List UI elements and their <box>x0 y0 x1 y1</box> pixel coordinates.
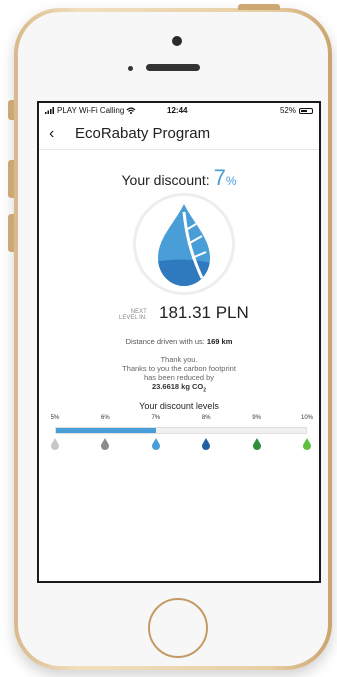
discount-value: 7 <box>213 165 226 190</box>
discount-display: Your discount: 7% <box>39 165 319 191</box>
level-drop-icon <box>51 438 59 450</box>
carbon-value: 23.6618 kg CO2 <box>39 382 319 396</box>
earpiece-speaker <box>146 64 200 71</box>
discount-unit: % <box>225 174 237 188</box>
distance-label: Distance driven with us: <box>125 337 205 346</box>
carrier-info: PLAY Wi-Fi Calling <box>45 106 136 115</box>
next-level-caption: NEXT LEVEL IN: <box>119 309 147 321</box>
level-label: 6% <box>101 415 110 421</box>
next-level-amount: 181.31 PLN <box>159 303 249 322</box>
page-title: EcoRabaty Program <box>75 125 211 142</box>
power-button <box>238 4 280 10</box>
volume-down-button <box>8 214 14 252</box>
thanks-line2: Thanks to you the carbon footprint <box>122 364 236 373</box>
level-drop-icon <box>252 438 261 450</box>
level-label: 8% <box>201 415 211 421</box>
wifi-icon <box>126 107 136 114</box>
home-button[interactable] <box>148 598 208 658</box>
carbon-amount: 23.6618 kg CO <box>151 382 204 391</box>
levels-title: Your discount levels <box>139 401 219 411</box>
distance-value: 169 km <box>206 337 233 346</box>
levels-progress-bar <box>55 427 307 434</box>
levels-progress-fill <box>56 428 156 433</box>
thanks-line1: Thank you. <box>160 355 198 364</box>
level-drop-icon <box>151 438 160 450</box>
level-drop-icon <box>101 438 110 450</box>
app-header: ‹ EcoRabaty Program <box>39 123 319 145</box>
status-time: 12:44 <box>167 106 188 115</box>
discount-level-badge <box>133 193 235 295</box>
water-drop-leaf-icon <box>158 204 210 286</box>
carrier-label: PLAY Wi-Fi Calling <box>57 106 125 115</box>
level-drop-icon <box>202 438 211 450</box>
battery-percent: 52% <box>279 106 296 115</box>
front-camera <box>172 36 182 46</box>
level-drop-icon <box>303 438 311 450</box>
proximity-sensor <box>128 66 133 71</box>
battery-info: 52% <box>280 106 313 115</box>
app-screen: PLAY Wi-Fi Calling 12:44 52% ‹ EcoRabaty… <box>37 101 321 583</box>
status-bar: PLAY Wi-Fi Calling 12:44 52% <box>39 103 319 119</box>
level-label: 9% <box>252 415 261 421</box>
level-label: 5% <box>50 415 60 421</box>
next-level-line2: LEVEL IN: <box>119 315 147 321</box>
discount-levels: 5% 6% 7% 8% 9% 10% <box>49 415 313 455</box>
volume-up-button <box>8 160 14 198</box>
carbon-info: Thank you. Thanks to you the carbon foot… <box>39 355 319 396</box>
carbon-subscript: 2 <box>203 387 207 394</box>
level-label: 7% <box>151 415 161 421</box>
discount-label: Your discount: <box>121 172 210 188</box>
distance-info: Distance driven with us: 169 km <box>39 337 319 346</box>
battery-icon <box>299 107 313 114</box>
thanks-line3: has been reduced by <box>143 373 215 382</box>
header-divider <box>39 149 319 150</box>
signal-icon <box>45 107 54 114</box>
level-label: 10% <box>300 415 314 421</box>
mute-switch <box>8 100 14 120</box>
back-button[interactable]: ‹ <box>49 123 54 145</box>
